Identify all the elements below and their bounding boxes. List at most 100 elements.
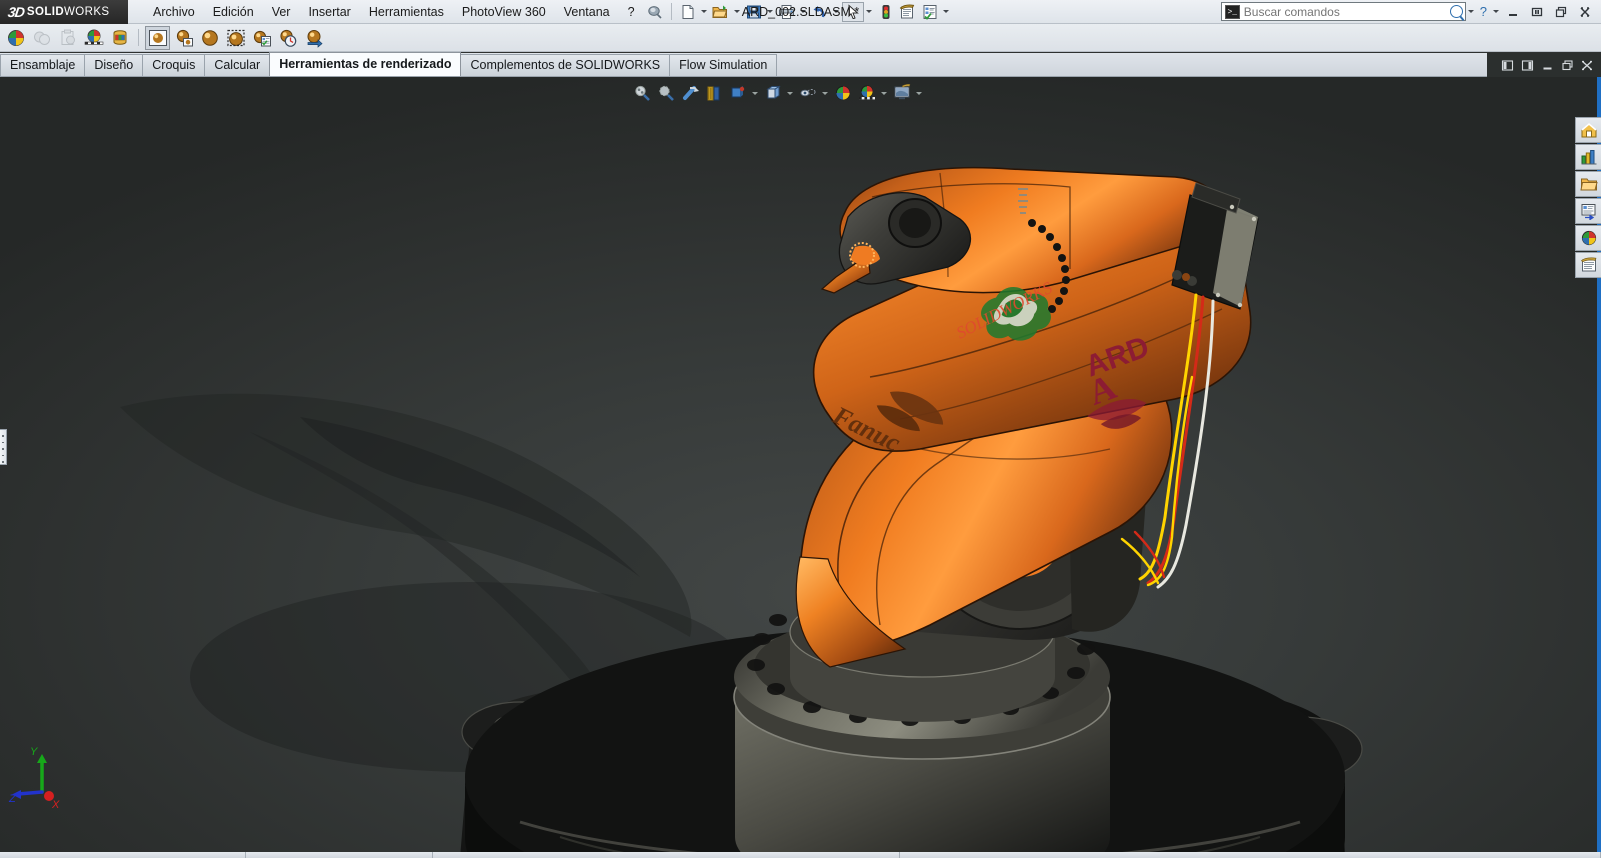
properties-dropdown[interactable]	[941, 2, 952, 22]
help-dropdown[interactable]	[1490, 2, 1501, 22]
integrated-preview-icon[interactable]	[145, 25, 170, 50]
menu-insertar[interactable]: Insertar	[299, 2, 359, 22]
close-icon[interactable]	[1573, 1, 1597, 23]
logo-brand-text: SOLIDWORKS	[26, 5, 110, 18]
preview-window-icon[interactable]	[171, 26, 196, 50]
task-pane-tabs	[1575, 117, 1601, 279]
print-dropdown[interactable]	[798, 2, 809, 22]
save-dropdown[interactable]	[765, 2, 776, 22]
restore-doc-right-icon[interactable]	[1517, 55, 1537, 75]
graphics-viewport[interactable]: SOLIDWORKS ARD A Fanuc X Y Z	[0, 77, 1601, 858]
zoom-to-area-icon[interactable]	[654, 82, 677, 105]
undo-icon[interactable]	[809, 2, 831, 22]
hide-show-items-dropdown[interactable]	[820, 82, 830, 105]
new-document-icon[interactable]	[677, 2, 699, 22]
tab-diseno[interactable]: Diseño	[84, 54, 144, 76]
menu-ver[interactable]: Ver	[263, 2, 300, 22]
options-icon[interactable]	[897, 2, 919, 22]
rebuild-icon[interactable]	[875, 2, 897, 22]
sw-resources-icon[interactable]	[1575, 117, 1601, 143]
apply-scene-dropdown[interactable]	[879, 82, 889, 105]
maximize-icon[interactable]	[1549, 1, 1573, 23]
select-arrow-icon[interactable]	[841, 1, 864, 22]
save-icon[interactable]	[743, 2, 765, 22]
restore-doc-icon[interactable]	[1557, 55, 1577, 75]
command-search[interactable]: >_	[1220, 2, 1466, 21]
title-bar: 3D SOLIDWORKS Archivo Edición Ver Insert…	[0, 0, 1601, 24]
toolbar-separator	[138, 29, 139, 46]
design-library-icon[interactable]	[1575, 144, 1601, 170]
toolbar-separator	[670, 3, 672, 20]
tab-complementos-de-solidworks[interactable]: Complementos de SOLIDWORKS	[460, 54, 671, 76]
feature-tree-collapsed-handle[interactable]	[0, 429, 7, 465]
heads-up-view-toolbar	[630, 80, 924, 106]
view-settings-dropdown[interactable]	[914, 82, 924, 105]
menu-photoview360[interactable]: PhotoView 360	[453, 2, 555, 22]
logo-ds-text: 3D	[6, 3, 26, 20]
section-view-icon[interactable]	[702, 82, 725, 105]
edit-appearance-icon[interactable]	[3, 26, 28, 50]
triad-y-label: Y	[30, 746, 38, 758]
menu-herramientas[interactable]: Herramientas	[360, 2, 453, 22]
command-manager-tabs: Ensamblaje Diseño Croquis Calcular Herra…	[0, 52, 1601, 77]
undo-dropdown[interactable]	[831, 2, 842, 22]
menu-archivo[interactable]: Archivo	[144, 2, 204, 22]
pin-icon[interactable]	[644, 2, 666, 22]
restore-icon[interactable]	[1525, 1, 1549, 23]
display-style-dropdown[interactable]	[785, 82, 795, 105]
render-region-icon[interactable]	[223, 26, 248, 50]
tab-croquis[interactable]: Croquis	[142, 54, 206, 76]
select-dropdown[interactable]	[864, 2, 875, 22]
tab-flow-simulation[interactable]: Flow Simulation	[669, 54, 778, 76]
custom-properties-icon[interactable]	[1575, 252, 1601, 278]
triad-x-label: X	[51, 799, 60, 811]
menu-ventana[interactable]: Ventana	[555, 2, 619, 22]
menu-edicion[interactable]: Edición	[204, 2, 263, 22]
status-segment-3	[433, 852, 900, 858]
search-input[interactable]	[1243, 4, 1450, 19]
status-segment-4	[900, 852, 1601, 858]
solidworks-logo: 3D SOLIDWORKS	[0, 0, 128, 24]
document-window-controls	[1487, 53, 1601, 77]
close-doc-icon[interactable]	[1577, 55, 1597, 75]
recall-render-icon[interactable]	[301, 26, 326, 50]
command-prompt-icon: >_	[1224, 4, 1240, 19]
properties-icon[interactable]	[919, 2, 941, 22]
restore-doc-left-icon[interactable]	[1497, 55, 1517, 75]
axis-triad: X Y Z	[8, 746, 60, 811]
schedule-render-icon[interactable]	[275, 26, 300, 50]
open-document-dropdown[interactable]	[732, 2, 743, 22]
new-document-dropdown[interactable]	[699, 2, 710, 22]
menu-help[interactable]: ?	[619, 2, 644, 22]
copy-appearance-icon	[29, 26, 54, 50]
final-render-icon[interactable]	[197, 26, 222, 50]
tab-ensamblaje[interactable]: Ensamblaje	[0, 54, 86, 76]
tab-calcular[interactable]: Calcular	[204, 54, 271, 76]
open-document-icon[interactable]	[710, 2, 732, 22]
view-palette-icon[interactable]	[1575, 198, 1601, 224]
render-options-icon[interactable]	[249, 26, 274, 50]
minimize-icon[interactable]	[1501, 1, 1525, 23]
menu-bar: Archivo Edición Ver Insertar Herramienta…	[128, 0, 952, 24]
display-style-icon[interactable]	[761, 82, 784, 105]
edit-scene-icon[interactable]	[81, 26, 106, 50]
view-settings-icon[interactable]	[890, 82, 913, 105]
status-segment-1	[0, 852, 246, 858]
minimize-doc-icon[interactable]	[1537, 55, 1557, 75]
edit-appearance-view-icon[interactable]	[831, 82, 854, 105]
appearances-scenes-icon[interactable]	[1575, 225, 1601, 251]
apply-scene-icon[interactable]	[855, 82, 878, 105]
help-icon[interactable]: ?	[1477, 4, 1490, 19]
view-orientation-dropdown[interactable]	[750, 82, 760, 105]
previous-view-icon[interactable]	[678, 82, 701, 105]
edit-decal-icon[interactable]	[107, 26, 132, 50]
view-orientation-icon[interactable]	[726, 82, 749, 105]
hide-show-items-icon[interactable]	[796, 82, 819, 105]
rendered-robot-scene: SOLIDWORKS ARD A Fanuc	[0, 77, 1601, 858]
search-dropdown[interactable]	[1466, 2, 1477, 22]
file-explorer-icon[interactable]	[1575, 171, 1601, 197]
search-icon[interactable]	[1449, 5, 1463, 18]
tab-herramientas-de-renderizado[interactable]: Herramientas de renderizado	[269, 52, 462, 76]
print-icon[interactable]	[776, 2, 798, 22]
zoom-to-fit-icon[interactable]	[630, 82, 653, 105]
